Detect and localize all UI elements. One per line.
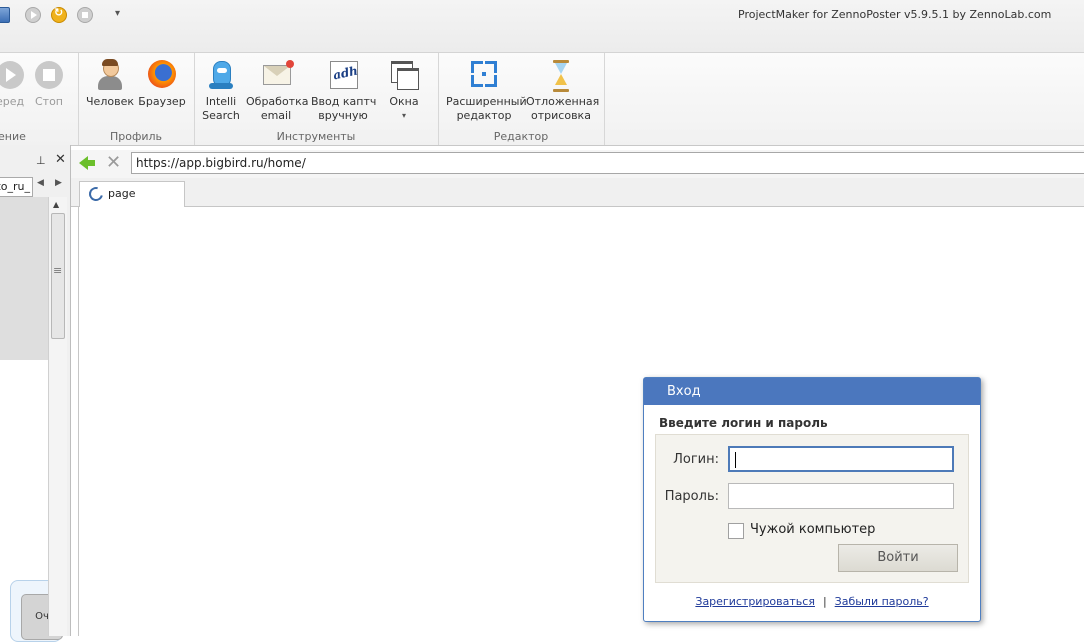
tab-next-icon[interactable]: ▶ xyxy=(55,178,62,188)
app-icon[interactable] xyxy=(0,7,10,23)
browser-button[interactable]: Браузер xyxy=(138,59,186,109)
ribbon-group-playback: еред Стоп ение xyxy=(0,53,79,145)
close-icon[interactable]: ✕ xyxy=(55,152,66,167)
pin-icon[interactable]: ⊥ xyxy=(36,154,46,167)
windows-button[interactable]: Окна ▾ xyxy=(382,59,426,123)
extended-editor-button[interactable]: Расширенный редактор xyxy=(446,59,527,123)
window-title: ProjectMaker for ZennoPoster v5.9.5.1 by… xyxy=(738,8,1052,21)
tab-page-label: page xyxy=(108,187,136,200)
ribbon-group-profile: Человек Браузер Профиль xyxy=(78,53,195,145)
email-label-line2: email xyxy=(260,109,292,122)
windows-icon xyxy=(389,59,419,91)
project-tab[interactable]: to_ru_ xyxy=(0,177,33,197)
foreign-computer-checkbox[interactable] xyxy=(728,523,744,539)
ribbon-group-label: Инструменты xyxy=(276,130,356,143)
stop-loading-icon[interactable]: ✕ xyxy=(106,152,121,173)
login-header: Вход xyxy=(644,378,980,405)
captcha-label-line1: Ввод каптч xyxy=(311,95,377,108)
stop-icon[interactable] xyxy=(77,7,93,23)
login-dialog: Вход Введите логин и пароль Логин: Парол… xyxy=(643,377,981,622)
title-bar: ▾ ProjectMaker for ZennoPoster v5.9.5.1 … xyxy=(0,0,1084,52)
intelli-label-line2: Search xyxy=(202,109,240,122)
login-form: Логин: Пароль: Чужой компьютер Войти xyxy=(655,434,969,583)
foreign-computer-label[interactable]: Чужой компьютер xyxy=(750,522,875,537)
scroll-up-icon[interactable]: ▲ xyxy=(53,200,59,209)
password-label: Пароль: xyxy=(664,489,719,504)
envelope-icon xyxy=(263,60,294,85)
login-label: Логин: xyxy=(673,452,719,467)
links-separator: | xyxy=(822,595,827,608)
windows-label: Окна xyxy=(389,95,419,108)
person-button[interactable]: Человек xyxy=(86,59,134,109)
deferred-label-line2: отрисовка xyxy=(531,109,591,122)
email-processing-button[interactable]: Обработка email xyxy=(246,59,309,123)
manual-captcha-button[interactable]: adh Ввод каптч вручную xyxy=(311,59,377,123)
extended-label-line1: Расширенный xyxy=(446,95,527,108)
ribbon: еред Стоп ение Человек Браузер Профиль I… xyxy=(0,52,1084,146)
firefox-icon xyxy=(148,60,176,88)
login-submit-button[interactable]: Войти xyxy=(838,544,958,572)
project-tab-label: to_ru_ xyxy=(0,180,30,193)
extended-label-line2: редактор xyxy=(456,109,512,122)
deferred-label-line1: Отложенная xyxy=(526,95,600,108)
vertical-scrollbar[interactable]: ▲ xyxy=(48,197,67,636)
canvas-region xyxy=(0,197,48,360)
project-canvas[interactable]: Оч xyxy=(0,197,63,642)
login-links: Зарегистрироваться | Забыли пароль? xyxy=(644,595,980,608)
browser-navbar: ✕ xyxy=(71,150,1084,178)
deferred-render-button[interactable]: Отложенная отрисовка xyxy=(526,59,600,123)
expand-icon xyxy=(471,61,497,87)
text-caret xyxy=(735,452,736,468)
person-label: Человек xyxy=(86,95,134,108)
tab-page[interactable]: page xyxy=(79,181,185,207)
hourglass-icon xyxy=(553,60,583,92)
url-input[interactable] xyxy=(131,152,1084,174)
forward-icon xyxy=(0,61,24,89)
intelli-search-button[interactable]: Intelli Search xyxy=(200,59,242,123)
email-label-line1: Обработка xyxy=(246,95,309,108)
person-icon xyxy=(95,59,125,91)
scrollbar-thumb[interactable] xyxy=(51,213,65,339)
ribbon-group-label: ение xyxy=(0,130,26,143)
browser-label: Браузер xyxy=(138,95,186,108)
browser-tabstrip: page xyxy=(71,178,1084,207)
captcha-icon: adh xyxy=(330,61,360,89)
ribbon-group-label: Редактор xyxy=(493,130,549,143)
play-icon[interactable] xyxy=(25,7,41,23)
quick-access-menu-icon[interactable]: ▾ xyxy=(115,8,120,19)
ribbon-group-label: Профиль xyxy=(109,130,163,143)
ribbon-group-tools: Intelli Search Обработка email adh Ввод … xyxy=(194,53,439,145)
back-arrow-icon[interactable] xyxy=(79,155,95,171)
intelli-label-line1: Intelli xyxy=(205,95,237,108)
login-title: Вход xyxy=(667,384,701,399)
forward-label: еред xyxy=(0,95,25,108)
stop-label: Стоп xyxy=(34,95,63,108)
forgot-password-link[interactable]: Забыли пароль? xyxy=(835,595,929,608)
forward-button[interactable]: еред xyxy=(0,59,30,109)
register-link[interactable]: Зарегистрироваться xyxy=(695,595,815,608)
stop-icon xyxy=(35,61,63,89)
password-input[interactable] xyxy=(728,483,954,509)
tab-prev-icon[interactable]: ◀ xyxy=(37,178,44,188)
captcha-icon-text: adh xyxy=(331,63,360,83)
ribbon-group-editor: Расширенный редактор Отложенная отрисовк… xyxy=(438,53,605,145)
login-subtitle: Введите логин и пароль xyxy=(659,416,828,430)
login-input[interactable] xyxy=(728,446,954,472)
project-panel: ⊥ ✕ to_ru_ ◀ ▶ Оч ▲ xyxy=(0,145,71,642)
captcha-label-line2: вручную xyxy=(318,109,368,122)
stop-button[interactable]: Стоп xyxy=(31,59,67,109)
robot-icon xyxy=(206,59,236,91)
refresh-icon[interactable] xyxy=(51,6,67,23)
chevron-down-icon[interactable]: ▾ xyxy=(382,109,426,123)
page-loading-icon xyxy=(86,184,106,204)
